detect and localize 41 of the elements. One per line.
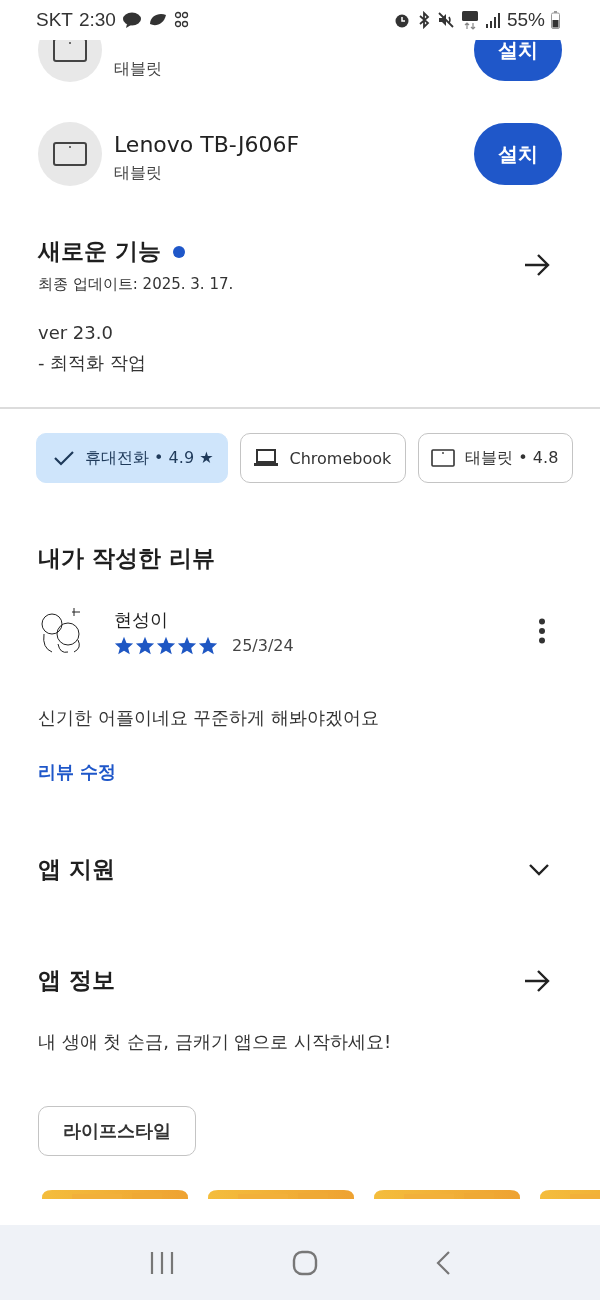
review-date: 25/3/24	[232, 635, 294, 655]
install-button[interactable]: 설치	[474, 40, 562, 81]
home-icon[interactable]	[292, 1249, 318, 1276]
signal-icon	[484, 12, 501, 28]
section-title: 새로운 기능	[38, 237, 161, 266]
device-name: Lenovo TB-J606F	[114, 132, 301, 157]
device-filter-chip[interactable]: Chromebook	[240, 433, 407, 483]
arrow-right-icon[interactable]	[524, 969, 550, 992]
section-title: 내가 작성한 리뷰	[38, 544, 216, 573]
leaf-icon	[147, 12, 168, 28]
checkmark-icon	[53, 449, 75, 467]
release-note: ver 23.0	[38, 322, 114, 343]
arrow-right-icon[interactable]	[524, 254, 550, 276]
reviewer-name: 현성이	[114, 607, 169, 632]
device-filter-chip[interactable]: 휴대전화 • 4.9 ★	[36, 433, 229, 483]
battery-icon	[551, 11, 560, 29]
clock-text: 2:30	[78, 9, 116, 31]
carrier-text: SKT	[36, 9, 73, 31]
install-button[interactable]: 설치	[474, 123, 562, 185]
section-title: 앱 정보	[38, 966, 115, 995]
back-icon[interactable]	[435, 1249, 452, 1276]
app-description: 내 생애 첫 순금, 금캐기 앱으로 시작하세요!	[37, 1030, 393, 1054]
device-type: 태블릿	[114, 59, 163, 80]
more-options-icon[interactable]	[538, 618, 546, 644]
network-5g-icon	[460, 10, 479, 30]
edit-review-link[interactable]: 리뷰 수정	[38, 760, 117, 784]
battery-percent-text: 55%	[506, 9, 545, 31]
device-filter-chip[interactable]: 태블릿 • 4.8	[418, 433, 574, 483]
section-title: 앱 지원	[38, 855, 115, 884]
recent-apps-icon[interactable]	[148, 1250, 175, 1275]
device-type: 태블릿	[114, 163, 163, 184]
release-note: - 최적화 작업	[38, 351, 147, 375]
grid-dots-icon	[173, 11, 190, 29]
chevron-icon[interactable]	[528, 862, 550, 877]
tablet-icon	[431, 449, 456, 467]
laptop-icon	[253, 448, 280, 468]
category-chip[interactable]: 라이프스타일	[38, 1106, 196, 1156]
mute-icon	[436, 11, 455, 29]
update-date: 최종 업데이트: 2025. 3. 17.	[38, 275, 234, 294]
review-text: 신기한 어플이네요 꾸준하게 해봐야겠어요	[38, 706, 381, 730]
chat-icon	[121, 12, 142, 28]
